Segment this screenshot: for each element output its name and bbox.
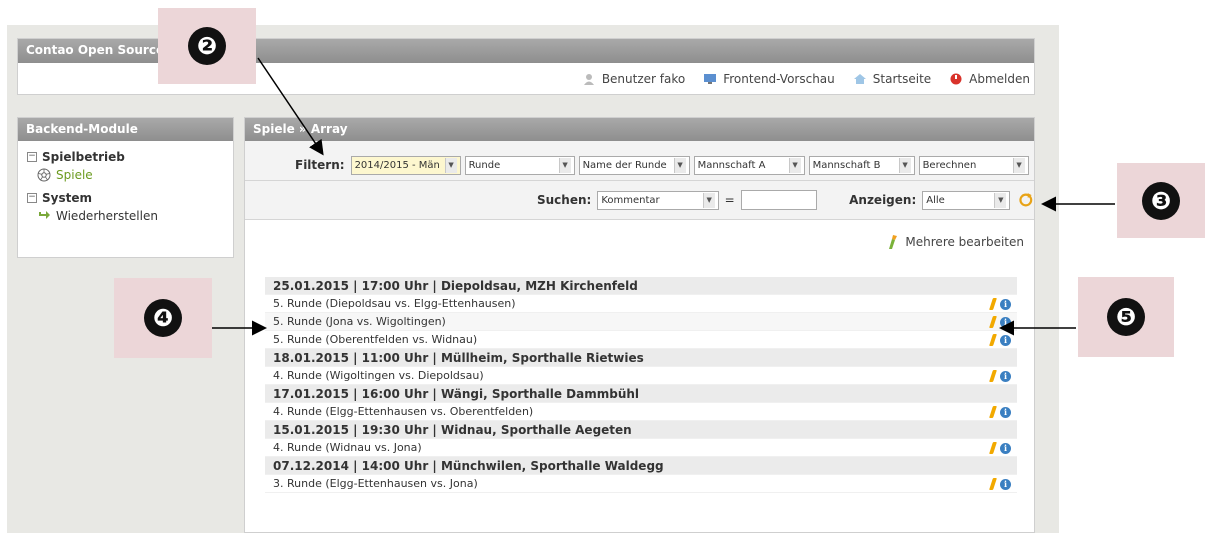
callout-2: ❷ [158,8,256,84]
callout-4: ❹ [114,278,212,358]
callout-number: ❺ [1107,298,1145,336]
callout-number: ❷ [188,27,226,65]
callout-5: ❺ [1078,277,1174,357]
callout-number: ❸ [1142,181,1180,220]
callout-number: ❹ [144,299,182,337]
callout-arrow-2 [257,57,324,156]
callout-3: ❸ [1117,163,1205,238]
